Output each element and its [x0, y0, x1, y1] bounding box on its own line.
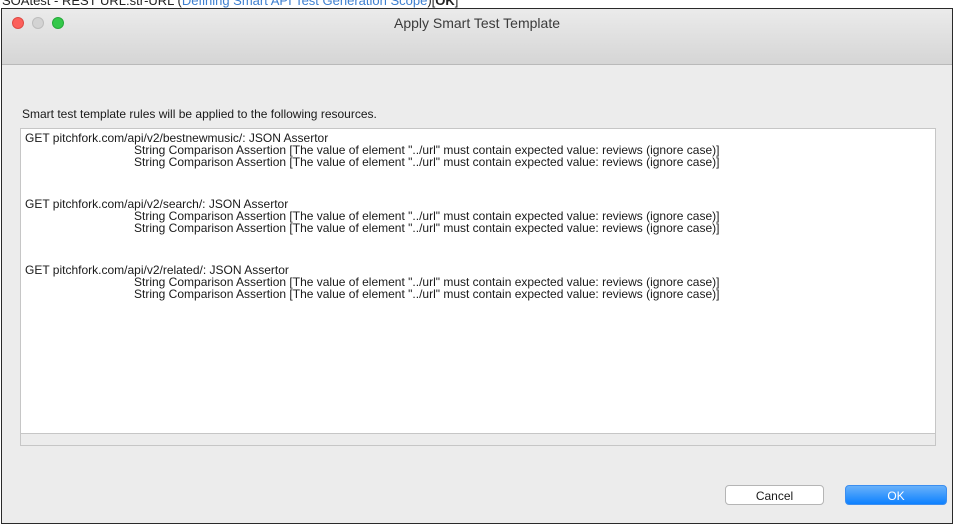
resource-group: GET pitchfork.com/api/v2/bestnewmusic/: … [25, 132, 925, 168]
intro-text: Smart test template rules will be applie… [22, 107, 377, 121]
strip-end: ] [454, 0, 459, 8]
resources-list[interactable]: GET pitchfork.com/api/v2/bestnewmusic/: … [20, 128, 936, 434]
ok-button[interactable]: OK [845, 485, 947, 505]
strip-prefix: SOAtest - REST URL:str-URL ( [2, 0, 182, 8]
list-footer-bar [20, 434, 936, 446]
strip-link[interactable]: Defining Smart API Test Generation Scope [182, 0, 427, 8]
assertion-line: String Comparison Assertion [The value o… [134, 155, 720, 169]
assertion-line: String Comparison Assertion [The value o… [134, 221, 720, 235]
dialog-window: Apply Smart Test Template Smart test tem… [1, 8, 953, 524]
assertion-line: String Comparison Assertion [The value o… [134, 287, 720, 301]
window-title: Apply Smart Test Template [393, 15, 560, 31]
resource-group: GET pitchfork.com/api/v2/related/: JSON … [25, 264, 925, 300]
resource-group: GET pitchfork.com/api/v2/search/: JSON A… [25, 198, 925, 234]
cancel-button[interactable]: Cancel [725, 485, 824, 505]
title-bar: Apply Smart Test Template [2, 9, 952, 65]
page-context-strip: SOAtest - REST URL:str-URL (Defining Sma… [0, 0, 955, 8]
strip-bold: OK [435, 0, 455, 8]
page-context-text: SOAtest - REST URL:str-URL (Defining Sma… [2, 0, 458, 7]
